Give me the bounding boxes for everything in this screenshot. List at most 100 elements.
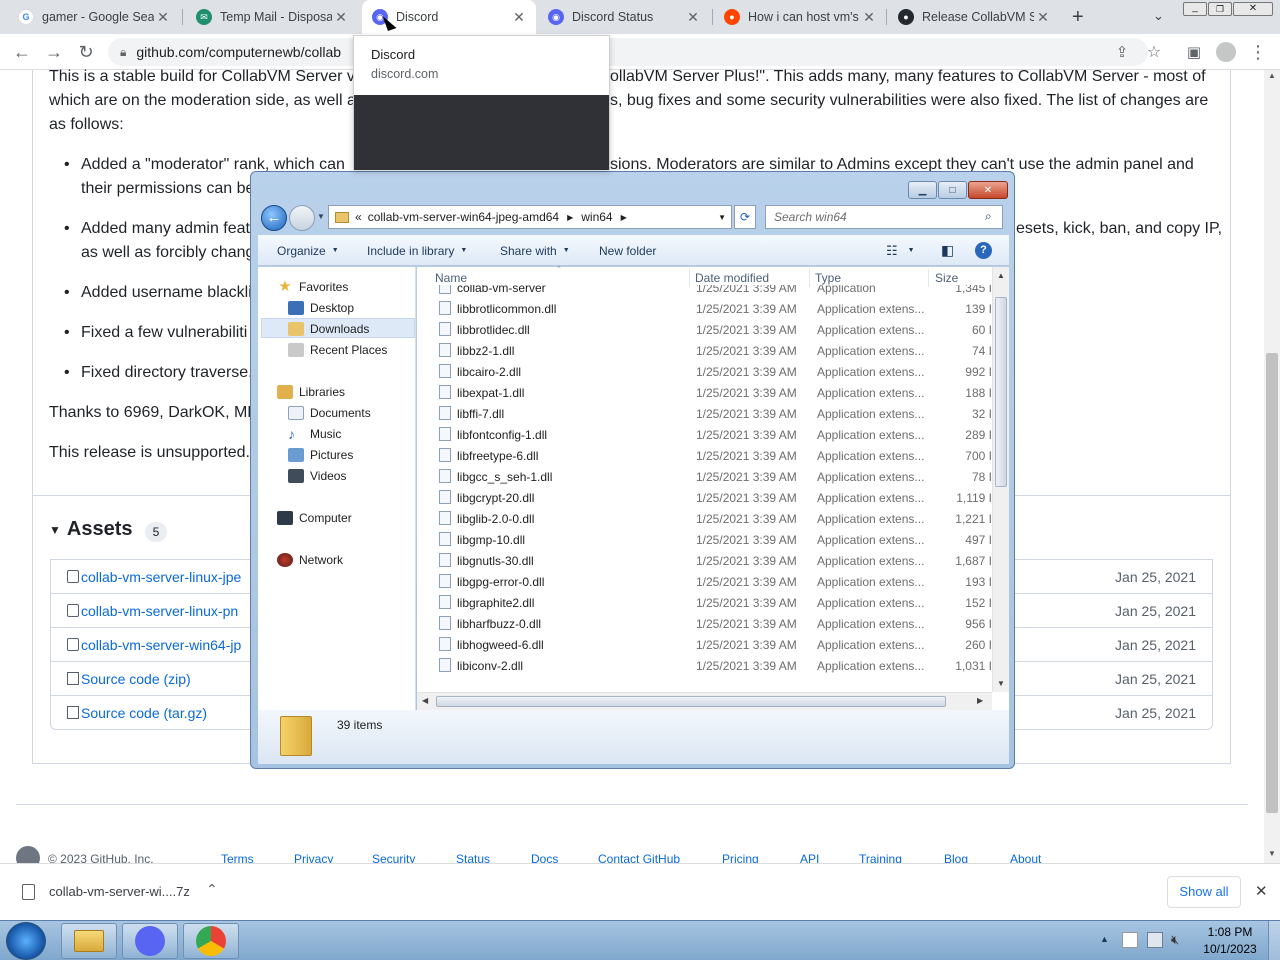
tab-discord-status[interactable]: ◉ Discord Status ✕	[538, 0, 710, 34]
breadcrumb-chevron-icon[interactable]: ▶	[567, 213, 573, 222]
forward-icon[interactable]	[289, 205, 315, 231]
file-list-scrollbar[interactable]: ▲ ▼	[992, 267, 1009, 692]
breadcrumb-chevron-icon[interactable]: ▶	[621, 213, 627, 222]
taskbar-chrome[interactable]	[183, 923, 239, 959]
new-tab-icon[interactable]: +	[1072, 6, 1084, 29]
close-window-icon[interactable]: ✕	[1233, 2, 1273, 16]
profile-avatar-icon[interactable]	[1212, 34, 1240, 70]
file-row[interactable]: libexpat-1.dll 1/25/2021 3:39 AM Applicati…	[417, 382, 992, 403]
download-filename[interactable]: collab-vm-server-wi....7z	[49, 884, 190, 899]
scroll-up-icon[interactable]: ▲	[997, 271, 1005, 280]
close-tab-icon[interactable]: ✕	[1034, 9, 1052, 26]
clock-date[interactable]: 10/1/2023	[1203, 942, 1257, 956]
nav-recent-places[interactable]: Recent Places	[288, 339, 387, 360]
close-tab-icon[interactable]: ✕	[332, 9, 350, 26]
organize-button[interactable]: Organize ▼	[277, 235, 339, 266]
nav-music[interactable]: ♪ Music	[288, 423, 341, 444]
close-download-bar-icon[interactable]: ✕	[1255, 882, 1268, 900]
scroll-up-icon[interactable]: ▲	[1268, 71, 1276, 80]
scroll-right-icon[interactable]: ▶	[977, 696, 983, 705]
file-row[interactable]: libgnutls-30.dll 1/25/2021 3:39 AM Applica…	[417, 550, 992, 571]
file-row[interactable]: libcairo-2.dll 1/25/2021 3:39 AM Applicati…	[417, 361, 992, 382]
show-all-button[interactable]: Show all	[1167, 876, 1241, 908]
minimize-icon[interactable]: ▁	[908, 181, 937, 199]
tab-search-chevron-icon[interactable]: ⌄	[1153, 8, 1164, 24]
file-row[interactable]: libgraphite2.dll 1/25/2021 3:39 AM Applica…	[417, 592, 992, 613]
scroll-thumb[interactable]	[995, 297, 1007, 487]
asset-link[interactable]: collab-vm-server-linux-pn	[81, 603, 238, 619]
nav-libraries[interactable]: Libraries	[277, 381, 345, 402]
file-row[interactable]: libgcc_s_seh-1.dll 1/25/2021 3:39 AM Appli…	[417, 466, 992, 487]
recent-pages-chevron-icon[interactable]: ▼	[317, 212, 325, 221]
refresh-icon[interactable]: ⟳	[734, 205, 756, 229]
file-row[interactable]: libgmp-10.dll 1/25/2021 3:39 AM Applicatio…	[417, 529, 992, 550]
address-bar[interactable]: 🔒︎ github.com/computernewb/collab	[108, 38, 1148, 66]
address-dropdown-icon[interactable]: ▼	[718, 213, 726, 222]
file-row[interactable]: libgcrypt-20.dll 1/25/2021 3:39 AM Applica…	[417, 487, 992, 508]
file-list-hscrollbar[interactable]: ◀ ▶	[417, 692, 992, 710]
close-tab-icon[interactable]: ✕	[684, 9, 702, 26]
scroll-down-icon[interactable]: ▼	[997, 679, 1005, 688]
back-icon[interactable]: ←	[261, 205, 287, 231]
view-options-icon[interactable]: ☷ ▼	[886, 235, 915, 266]
taskbar-discord[interactable]	[122, 923, 178, 959]
file-row[interactable]: libharfbuzz-0.dll 1/25/2021 3:39 AM Applic…	[417, 613, 992, 634]
show-hidden-icons[interactable]: ▲	[1100, 934, 1109, 944]
scroll-thumb[interactable]	[1266, 353, 1278, 813]
start-button[interactable]	[6, 922, 46, 960]
network-icon[interactable]	[1147, 932, 1163, 948]
taskbar-explorer[interactable]	[61, 923, 117, 959]
file-row[interactable]: libffi-7.dll 1/25/2021 3:39 AM Application…	[417, 403, 992, 424]
file-row[interactable]: libiconv-2.dll 1/25/2021 3:39 AM Applicati…	[417, 655, 992, 676]
volume-muted-icon[interactable]: 🔇︎	[1171, 932, 1187, 948]
file-row[interactable]: libgpg-error-0.dll 1/25/2021 3:39 AM Appli…	[417, 571, 992, 592]
maximize-icon[interactable]: □	[938, 181, 967, 199]
breadcrumb-overflow[interactable]: «	[355, 210, 362, 224]
nav-videos[interactable]: Videos	[288, 465, 346, 486]
share-with-button[interactable]: Share with ▼	[500, 235, 570, 266]
file-row[interactable]: libbz2-1.dll 1/25/2021 3:39 AM Application…	[417, 340, 992, 361]
file-row[interactable]: libhogweed-6.dll 1/25/2021 3:39 AM Applica…	[417, 634, 992, 655]
close-tab-icon[interactable]: ✕	[154, 9, 172, 26]
page-scrollbar[interactable]: ▲ ▼	[1264, 70, 1280, 863]
breadcrumb-item[interactable]: collab-vm-server-win64-jpeg-amd64	[368, 210, 559, 224]
tab-tempmail[interactable]: ✉ Temp Mail - Disposal ✕	[186, 0, 358, 34]
file-row[interactable]: libglib-2.0-0.dll 1/25/2021 3:39 AM Applic…	[417, 508, 992, 529]
explorer-address-bar[interactable]: « collab-vm-server-win64-jpeg-amd64 ▶ wi…	[328, 205, 732, 229]
file-row[interactable]: libbrotlicommon.dll 1/25/2021 3:39 AM Appl…	[417, 298, 992, 319]
help-icon[interactable]: ?	[975, 235, 992, 266]
new-folder-button[interactable]: New folder	[599, 235, 656, 266]
tab-reddit[interactable]: ● How i can host vm's ✕	[714, 0, 886, 34]
asset-link[interactable]: Source code (zip)	[81, 671, 191, 687]
clock-time[interactable]: 1:08 PM	[1203, 925, 1257, 939]
menu-kebab-icon[interactable]: ⋮	[1244, 34, 1272, 70]
maximize-icon[interactable]: ❐	[1208, 2, 1232, 16]
back-icon[interactable]: ←	[8, 34, 36, 70]
chevron-up-icon[interactable]: ⌃	[206, 881, 218, 898]
asset-link[interactable]: Source code (tar.gz)	[81, 705, 207, 721]
show-desktop-button[interactable]	[1268, 921, 1280, 960]
hscroll-thumb[interactable]	[436, 696, 946, 707]
file-row[interactable]: libbrotlidec.dll 1/25/2021 3:39 AM Applica…	[417, 319, 992, 340]
minimize-icon[interactable]: _	[1183, 2, 1207, 16]
scroll-left-icon[interactable]: ◀	[422, 696, 428, 705]
file-row[interactable]: libfontconfig-1.dll 1/25/2021 3:39 AM Appl…	[417, 424, 992, 445]
close-tab-icon[interactable]: ✕	[510, 9, 528, 26]
breadcrumb-item[interactable]: win64	[581, 210, 612, 224]
nav-pictures[interactable]: Pictures	[288, 444, 353, 465]
close-window-icon[interactable]: ✕	[968, 181, 1008, 199]
assets-toggle[interactable]: ▼ Assets	[49, 518, 133, 541]
nav-computer[interactable]: Computer	[277, 507, 352, 528]
action-center-icon[interactable]	[1122, 932, 1138, 948]
search-input[interactable]: Search win64	[765, 205, 1003, 229]
tab-google[interactable]: G gamer - Google Sear ✕	[8, 0, 180, 34]
include-in-library-button[interactable]: Include in library ▼	[367, 235, 467, 266]
file-row[interactable]: libfreetype-6.dll 1/25/2021 3:39 AM Applic…	[417, 445, 992, 466]
scroll-down-icon[interactable]: ▼	[1268, 849, 1276, 858]
preview-pane-icon[interactable]: ◧	[941, 235, 954, 266]
close-tab-icon[interactable]: ✕	[860, 9, 878, 26]
nav-documents[interactable]: Documents	[288, 402, 371, 423]
tab-github[interactable]: ● Release CollabVM Se ✕	[888, 0, 1060, 34]
nav-desktop[interactable]: Desktop	[288, 297, 354, 318]
nav-favorites[interactable]: ★ Favorites	[277, 276, 348, 297]
